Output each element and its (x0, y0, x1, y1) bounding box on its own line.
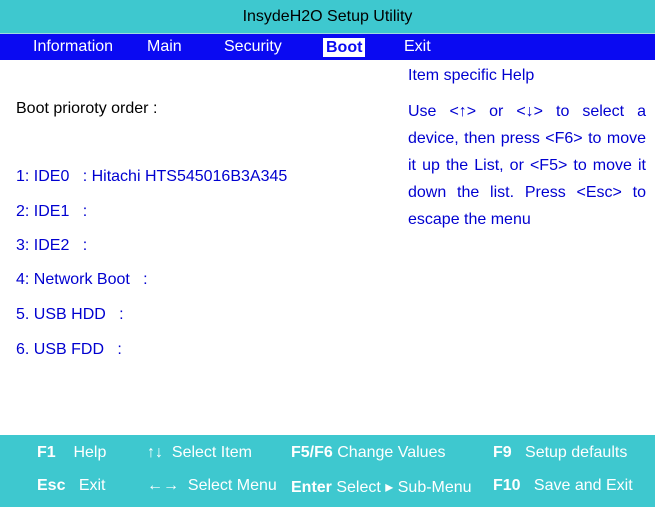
boot-item-ide2[interactable]: 3: IDE2 : (16, 237, 87, 255)
footer-setup-defaults: F9 Setup defaults (493, 444, 627, 462)
f5-f6-key: F5/F6 (291, 444, 333, 461)
boot-item-network[interactable]: 4: Network Boot : (16, 271, 148, 289)
menu-boot[interactable]: Boot (323, 38, 366, 57)
menu-security[interactable]: Security (224, 34, 282, 60)
boot-item-ide0[interactable]: 1: IDE0 : Hitachi HTS545016B3A345 (16, 168, 287, 186)
help-title: Item specific Help (408, 67, 535, 84)
footer-sub-menu: Enter Select ▸ Sub-Menu (291, 477, 472, 497)
footer-select-menu-label: Select Menu (187, 477, 277, 494)
left-right-arrows-icon: ←→ (147, 477, 179, 494)
window-title: InsydeH2O Setup Utility (0, 0, 655, 34)
footer-change-values-label: Change Values (337, 444, 446, 461)
up-down-arrows-icon: ↑↓ (147, 444, 163, 461)
boot-item-usb-hdd[interactable]: 5. USB HDD : (16, 306, 124, 324)
boot-item-ide1[interactable]: 2: IDE1 : (16, 203, 87, 221)
footer-bar: F1 Help ↑↓ Select Item F5/F6 Change Valu… (0, 437, 655, 507)
footer-select-item-label: Select Item (171, 444, 252, 461)
menu-information[interactable]: Information (33, 34, 113, 60)
menu-bar: Information Main Security Boot Exit (0, 34, 655, 60)
footer-save-exit: F10 Save and Exit (493, 477, 633, 495)
help-text: Use <↑> or <↓> to select a device, then … (408, 103, 646, 228)
menu-main[interactable]: Main (147, 34, 182, 60)
footer-change-values: F5/F6 Change Values (291, 444, 445, 462)
footer-help-label: Help (73, 444, 107, 461)
esc-key: Esc (37, 477, 66, 494)
footer-setup-defaults-label: Setup defaults (525, 444, 628, 461)
footer-select-menu: ←→ Select Menu (147, 477, 277, 495)
footer-select-item: ↑↓ Select Item (147, 444, 252, 462)
menu-exit[interactable]: Exit (404, 34, 431, 60)
boot-order-heading: Boot prioroty order : (16, 100, 158, 117)
boot-item-usb-fdd[interactable]: 6. USB FDD : (16, 341, 122, 359)
footer-exit: Esc Exit (37, 477, 105, 495)
footer-help: F1 Help (37, 444, 106, 462)
footer-save-exit-label: Save and Exit (533, 477, 633, 494)
footer-sub-menu-label: Select ▸ Sub-Menu (336, 479, 472, 496)
footer-exit-label: Exit (78, 477, 106, 494)
f9-key: F9 (493, 444, 512, 461)
f10-key: F10 (493, 477, 521, 494)
f1-key: F1 (37, 444, 56, 461)
enter-key: Enter (291, 479, 332, 496)
